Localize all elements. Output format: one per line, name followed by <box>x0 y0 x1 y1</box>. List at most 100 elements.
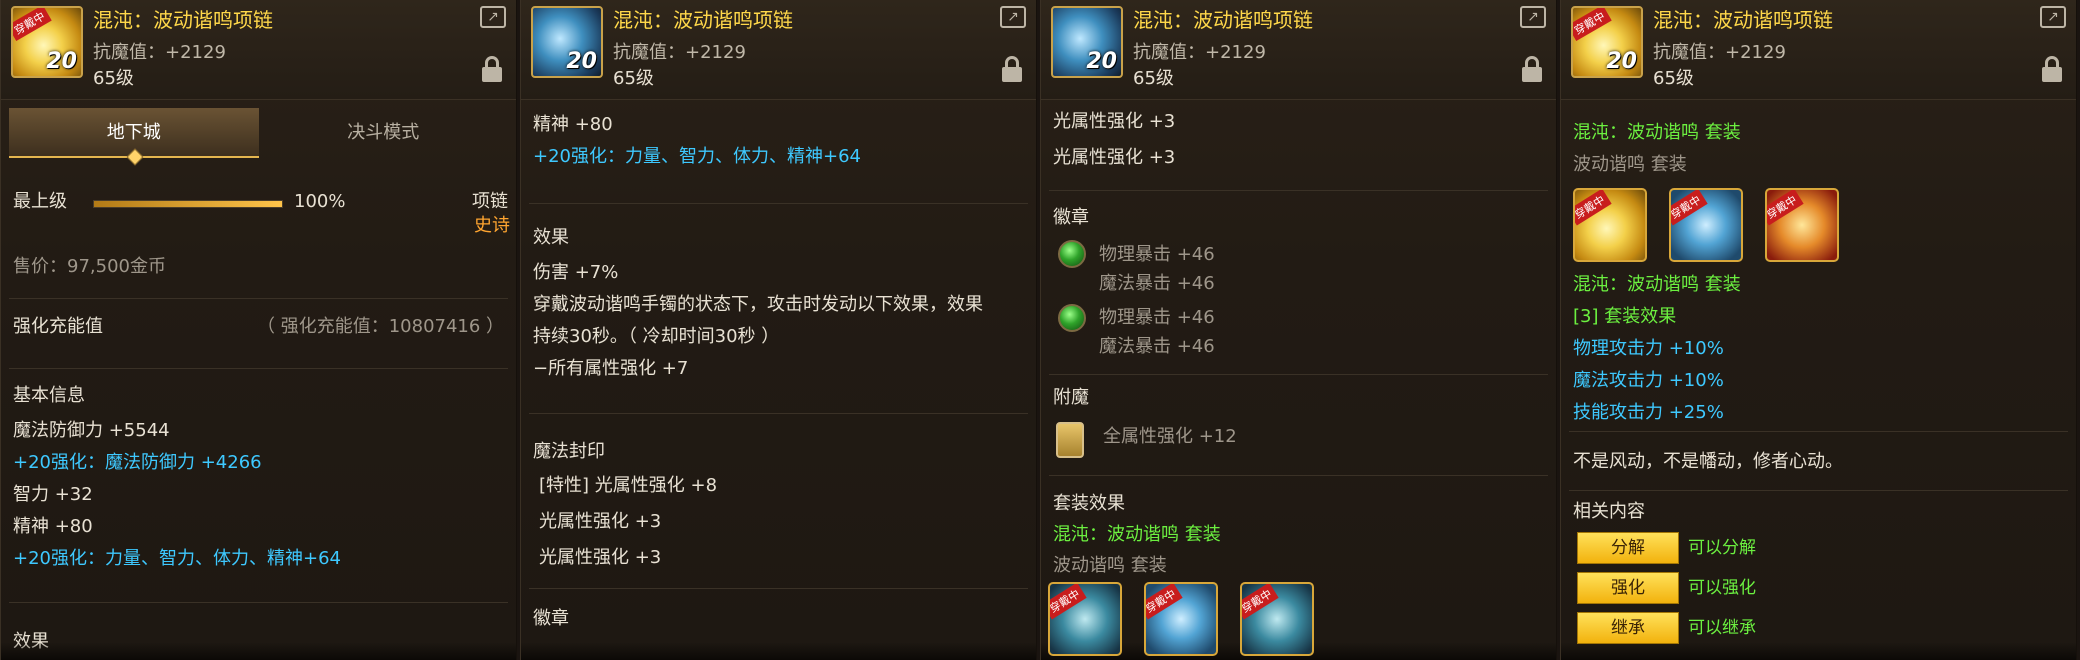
effect-title: 效果 <box>533 227 569 248</box>
seal-line: [特性] 光属性强化 +8 <box>539 475 718 496</box>
disassemble-button[interactable]: 分解 <box>1577 532 1679 564</box>
set-item-icon[interactable]: 穿戴中 <box>1144 582 1218 656</box>
item-name: 混沌：波动谐鸣项链 <box>1653 8 1833 32</box>
enchant-title: 附魔 <box>1053 387 1089 408</box>
item-icon: 20 <box>1051 6 1123 78</box>
mode-tabs: 地下城 决斗模式 <box>9 108 508 158</box>
emblem-line: 魔法暴击 +46 <box>1099 273 1215 294</box>
enhance-button[interactable]: 强化 <box>1577 572 1679 604</box>
set-effect-line: 魔法攻击力 +10% <box>1573 370 1724 391</box>
enhance-badge: 20 <box>1606 49 1637 74</box>
divider <box>1049 374 1548 375</box>
emblem-line: 魔法暴击 +46 <box>1099 336 1215 357</box>
divider <box>9 602 508 603</box>
inherit-button[interactable]: 继承 <box>1577 612 1679 644</box>
share-icon[interactable]: ↗ <box>1000 6 1026 28</box>
emblem-title: 徽章 <box>1053 207 1089 228</box>
slot-type: 项链 <box>472 191 508 212</box>
item-level: 65级 <box>1133 68 1174 89</box>
equipped-tag: 穿戴中 <box>1767 190 1804 226</box>
effect-line: 持续30秒。（ 冷却时间30秒 ） <box>533 326 780 347</box>
seal-line: 光属性强化 +3 <box>539 511 662 532</box>
item-icon: 穿戴中 20 <box>1571 6 1643 78</box>
seal-line: 光属性强化 +3 <box>1053 147 1176 168</box>
equipped-tag: 穿戴中 <box>1575 190 1612 226</box>
lock-icon[interactable] <box>1522 56 1542 82</box>
set-name: 混沌：波动谐鸣 套装 <box>1573 274 1741 295</box>
charge-value: （ 强化充能值：10807416 ） <box>257 316 505 337</box>
tooltip-panel-2: 20 混沌：波动谐鸣项链 抗魔值：+2129 65级 ↗ 精神 +80 +20强… <box>520 0 1037 660</box>
divider <box>1569 431 2068 432</box>
item-level: 65级 <box>613 68 654 89</box>
emblem-line: 物理暴击 +46 <box>1099 244 1215 265</box>
divider <box>1049 475 1548 476</box>
divider <box>9 298 508 299</box>
set-subname: 波动谐鸣 套装 <box>1573 154 1687 175</box>
lock-icon[interactable] <box>482 56 502 82</box>
sell-price: 售价：97,500金币 <box>13 256 166 277</box>
seal-title: 魔法封印 <box>533 441 605 462</box>
share-icon[interactable]: ↗ <box>480 6 506 28</box>
divider <box>529 203 1028 204</box>
related-text: 可以分解 <box>1688 538 1756 558</box>
equipped-tag: 穿戴中 <box>13 8 52 42</box>
lock-icon[interactable] <box>1002 56 1022 82</box>
tab-pvp[interactable]: 决斗模式 <box>259 108 509 158</box>
flavor-text: 不是风动，不是幡动，修者心动。 <box>1573 451 1843 472</box>
grade-bar <box>93 200 283 208</box>
set-item-icon[interactable]: 穿戴中 <box>1669 188 1743 262</box>
item-header: 穿戴中 20 混沌：波动谐鸣项链 抗魔值：+2129 65级 ↗ <box>1 0 516 100</box>
equipped-tag: 穿戴中 <box>1050 584 1087 620</box>
enchant-card-icon <box>1056 422 1084 458</box>
equipped-tag: 穿戴中 <box>1573 8 1612 42</box>
item-header: 穿戴中 20 混沌：波动谐鸣项链 抗魔值：+2129 65级 ↗ <box>1561 0 2076 100</box>
item-icon: 20 <box>531 6 603 78</box>
stat-line: 智力 +32 <box>13 484 93 505</box>
emblem-title: 徽章 <box>533 608 569 629</box>
share-icon[interactable]: ↗ <box>2040 6 2066 28</box>
basic-info-title: 基本信息 <box>13 385 85 406</box>
share-icon[interactable]: ↗ <box>1520 6 1546 28</box>
item-stat: 抗魔值：+2129 <box>1653 42 1786 63</box>
divider <box>529 413 1028 414</box>
green-gem-icon <box>1058 240 1086 268</box>
set-effect-line: 物理攻击力 +10% <box>1573 338 1724 359</box>
stat-line: 精神 +80 <box>533 114 613 135</box>
related-text: 可以继承 <box>1688 618 1756 638</box>
effect-line: 穿戴波动谐鸣手镯的状态下，攻击时发动以下效果，效果 <box>533 294 983 315</box>
item-name: 混沌：波动谐鸣项链 <box>93 8 273 32</box>
enhance-line: +20强化：魔法防御力 +4266 <box>13 452 262 473</box>
lock-icon[interactable] <box>2042 56 2062 82</box>
stat-line: 魔法防御力 +5544 <box>13 420 170 441</box>
effect-line: −所有属性强化 +7 <box>533 358 689 379</box>
equipped-tag: 穿戴中 <box>1242 584 1279 620</box>
emblem-line: 物理暴击 +46 <box>1099 307 1215 328</box>
divider <box>1569 490 2068 491</box>
seal-line: 光属性强化 +3 <box>1053 111 1176 132</box>
tab-dungeon[interactable]: 地下城 <box>9 108 259 158</box>
grade-label: 最上级 <box>13 191 67 212</box>
equipped-tag: 穿戴中 <box>1146 584 1183 620</box>
effect-line: 伤害 +7% <box>533 262 619 283</box>
item-name: 混沌：波动谐鸣项链 <box>1133 8 1313 32</box>
equipped-tag: 穿戴中 <box>1671 190 1708 226</box>
divider <box>1049 190 1548 191</box>
set-item-icon[interactable]: 穿戴中 <box>1048 582 1122 656</box>
set-item-icon[interactable]: 穿戴中 <box>1573 188 1647 262</box>
set-item-icon[interactable]: 穿戴中 <box>1765 188 1839 262</box>
set-name: 混沌：波动谐鸣 套装 <box>1573 122 1741 143</box>
item-stat: 抗魔值：+2129 <box>613 42 746 63</box>
set-name: 混沌：波动谐鸣 套装 <box>1053 524 1221 545</box>
item-level: 65级 <box>1653 68 1694 89</box>
tooltip-panel-1: 穿戴中 20 混沌：波动谐鸣项链 抗魔值：+2129 65级 ↗ 地下城 决斗模… <box>0 0 517 660</box>
set-item-icon[interactable]: 穿戴中 <box>1240 582 1314 656</box>
stat-line: 精神 +80 <box>13 516 93 537</box>
seal-line: 光属性强化 +3 <box>539 547 662 568</box>
set-effect-title: 套装效果 <box>1053 493 1125 514</box>
item-stat: 抗魔值：+2129 <box>93 42 226 63</box>
divider <box>9 368 508 369</box>
charge-label: 强化充能值 <box>13 316 103 337</box>
item-icon: 穿戴中 20 <box>11 6 83 78</box>
item-header: 20 混沌：波动谐鸣项链 抗魔值：+2129 65级 ↗ <box>1041 0 1556 100</box>
enhance-line: +20强化：力量、智力、体力、精神+64 <box>533 146 861 167</box>
